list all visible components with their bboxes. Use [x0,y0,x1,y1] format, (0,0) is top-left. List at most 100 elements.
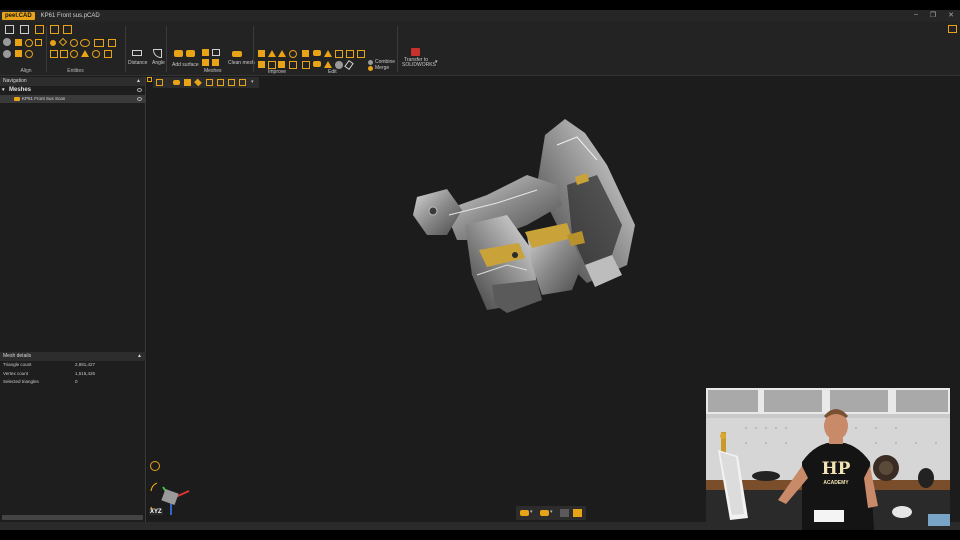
edit-icon[interactable] [357,50,365,58]
clip-icon[interactable] [228,79,235,86]
restore-button[interactable]: ❐ [930,11,936,19]
mesh-details-panel: Mesh details ▲ Triangle count 2,881,427 … [0,352,146,387]
align-icon[interactable] [25,39,33,47]
divider [125,26,126,72]
sphere-icon[interactable] [70,50,78,58]
tree-toggle-icon[interactable]: ▾ [2,86,5,95]
edit-icon[interactable] [313,50,321,56]
cone-icon[interactable] [81,50,89,57]
render-icon[interactable] [173,80,180,85]
rectangle-icon[interactable] [94,39,104,47]
eye-icon[interactable] [137,97,142,101]
view-icon[interactable] [3,38,11,46]
chevron-down-icon[interactable]: ▾ [530,509,533,515]
angle-button[interactable]: Angle [152,60,165,66]
edit-icon[interactable] [335,61,343,69]
edit-icon[interactable] [346,50,354,58]
orbit-center-icon[interactable] [150,461,160,471]
mesh-model[interactable] [407,115,647,325]
detail-label: Selected triangles [3,379,39,384]
select-mode-icon[interactable] [560,509,569,517]
detail-value: 0 [75,379,78,384]
mesh-icon[interactable] [202,49,209,56]
ribbon-group-label: Entities [67,68,84,74]
ruler-icon[interactable] [132,50,142,56]
line-icon[interactable] [58,37,68,47]
improve-icon[interactable] [289,61,297,69]
combine-icon[interactable] [368,60,373,65]
close-button[interactable]: ✕ [948,11,954,19]
view-cube-icon[interactable] [156,79,163,86]
minimize-button[interactable]: – [914,11,918,19]
scissors-icon[interactable] [212,49,220,56]
edit-icon[interactable] [335,50,343,58]
plane-icon[interactable] [50,50,58,58]
section-icon[interactable] [206,79,213,86]
chevron-down-icon[interactable]: ▾ [550,509,553,515]
edit-icon[interactable] [324,61,332,68]
detail-value: 2,881,427 [75,362,96,367]
merge-button[interactable]: Merge [375,65,389,71]
view-icon[interactable] [3,50,11,58]
axis-gizmo[interactable] [149,481,197,521]
grid-icon[interactable] [217,79,224,86]
frame-icon[interactable] [239,79,246,86]
divider [166,26,167,72]
align-icon[interactable] [15,39,22,46]
mesh-hole [512,252,518,258]
mesh-icon[interactable] [202,59,209,66]
ellipse-icon[interactable] [80,39,90,47]
circle-icon[interactable] [70,39,78,47]
improve-icon[interactable] [278,61,285,68]
surface-icon[interactable] [186,50,195,57]
slot-icon[interactable] [108,39,116,47]
tree-root-meshes[interactable]: ▾ Meshes [0,86,145,95]
align-icon[interactable] [35,39,42,46]
improve-icon[interactable] [289,50,297,58]
collapse-icon[interactable]: ▲ [137,352,142,361]
align-icon[interactable] [25,50,33,58]
curve-icon[interactable] [104,50,112,58]
edit-icon[interactable] [324,50,332,57]
add-surface-icon[interactable] [174,50,183,57]
cylinder-icon[interactable] [92,50,100,58]
viewport-toolbar: ▾ [153,77,259,88]
camera-icon[interactable] [520,510,529,516]
clean-mesh-icon[interactable] [232,51,242,57]
feedback-icon[interactable] [948,25,957,33]
improve-icon[interactable] [278,50,286,57]
distance-button[interactable]: Distance [128,60,147,66]
point-icon[interactable] [50,40,56,46]
detail-row: Selected triangles 0 [0,378,146,387]
chevron-down-icon[interactable]: ▾ [435,59,438,65]
angle-icon[interactable] [153,49,162,58]
solidworks-icon[interactable] [411,48,420,56]
align-icon[interactable] [15,50,22,57]
improve-icon[interactable] [258,50,265,57]
improve-icon[interactable] [268,61,276,69]
edit-icon[interactable] [344,60,354,70]
improve-icon[interactable] [268,50,276,57]
transfer-to-solidworks-button[interactable]: Transfer to SOLIDWORKS [402,58,436,68]
add-surface-button[interactable]: Add surface [172,62,199,68]
eye-icon[interactable] [137,88,142,92]
improve-icon[interactable] [258,61,265,68]
merge-icon[interactable] [368,66,373,71]
display-mode-icon[interactable] [540,510,549,516]
edit-icon[interactable] [302,50,309,57]
horizontal-scrollbar[interactable] [2,515,143,520]
document-title: KP61 Front sus.pCAD [40,13,100,19]
tree-item-mesh[interactable]: KP61 Front Sus Scan [0,95,145,103]
edit-icon[interactable] [302,61,310,69]
viewport-corner-icon[interactable] [147,77,152,82]
paint-select-icon[interactable] [573,509,582,517]
light-icon[interactable] [194,78,202,87]
clean-mesh-button[interactable]: Clean mesh [228,60,255,66]
mesh-icon[interactable] [212,59,219,66]
chevron-down-icon[interactable]: ▾ [251,79,254,85]
bottom-toolbar: ▾ ▾ [516,506,586,520]
collapse-icon[interactable]: ▲ [136,77,141,86]
edit-icon[interactable] [313,61,321,67]
grid-icon[interactable] [60,50,68,58]
wireframe-icon[interactable] [184,79,191,86]
